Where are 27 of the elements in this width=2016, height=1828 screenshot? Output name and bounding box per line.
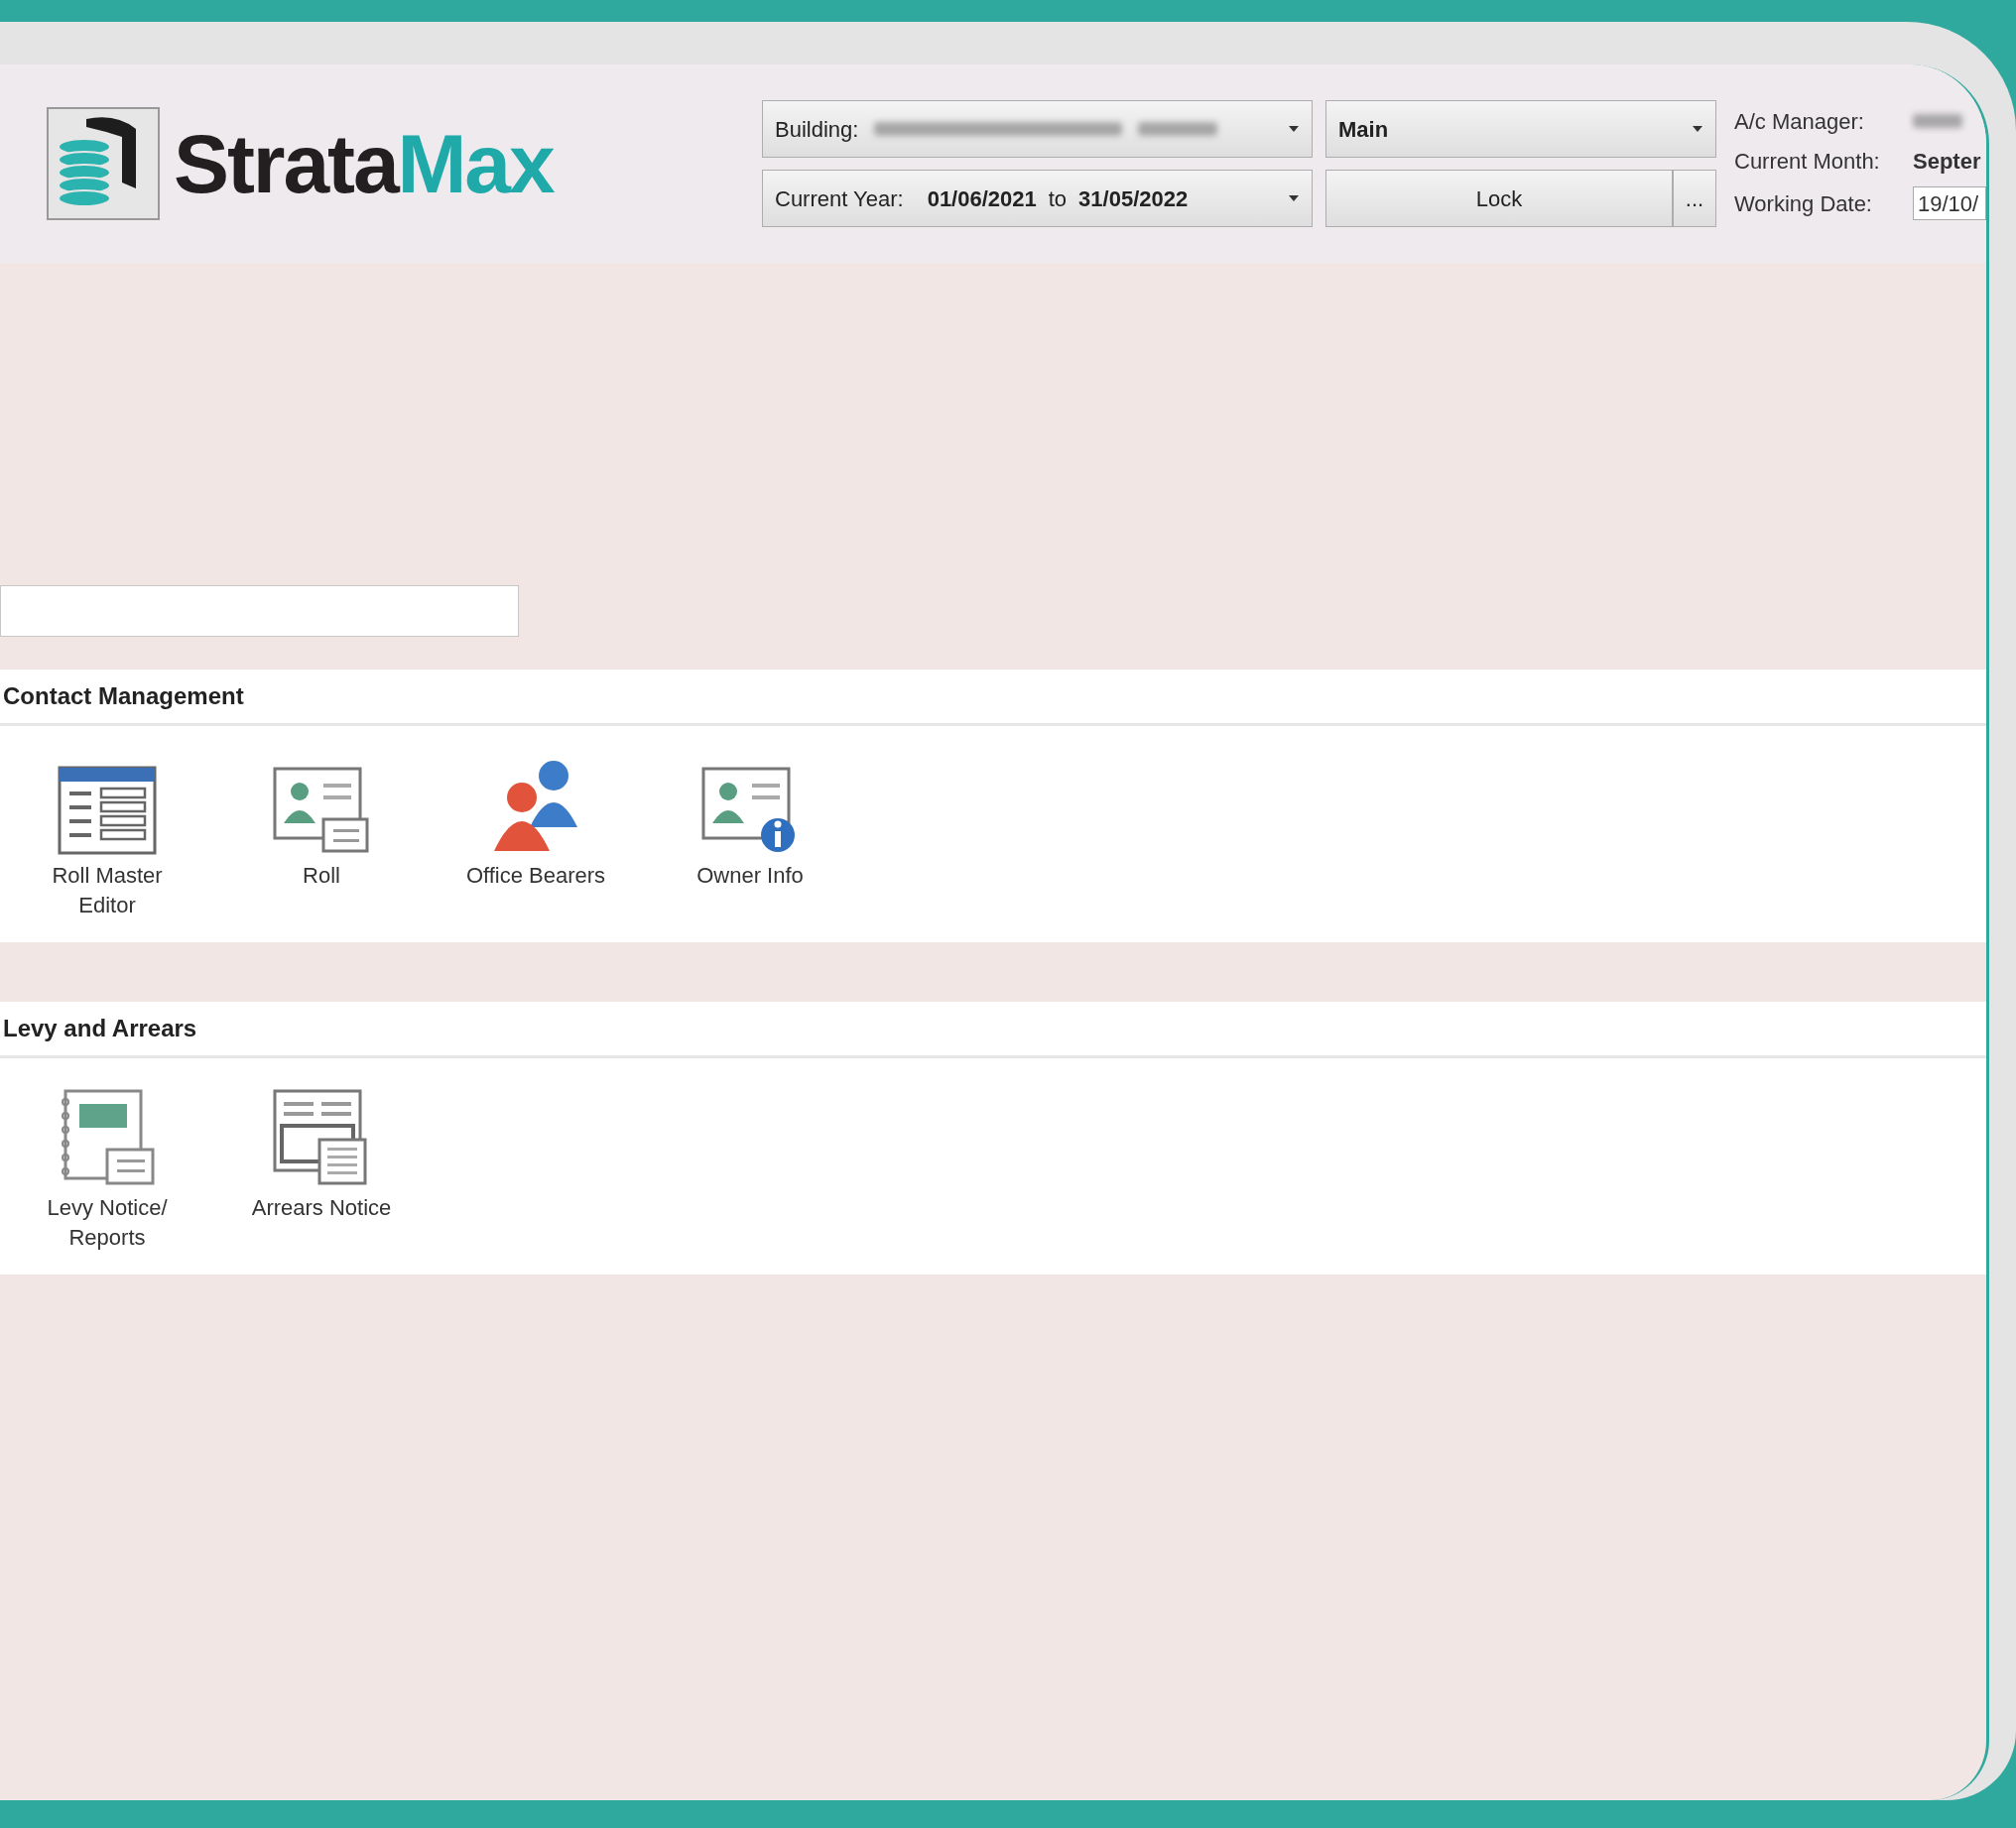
launcher-tile[interactable]: Office Bearers (429, 746, 643, 942)
caret-icon (1288, 194, 1300, 202)
section-heading: Contact Management (3, 681, 244, 711)
caret-icon (1692, 125, 1703, 133)
contact-card-icon (272, 766, 371, 855)
working-date-label: Working Date: (1734, 189, 1873, 218)
search-field[interactable] (0, 585, 519, 637)
launcher-tile[interactable]: Owner Info (643, 746, 857, 942)
year-dropdown[interactable]: Current Year: 01/06/2021 to 31/05/2022 (762, 170, 1313, 227)
logo-icon (47, 107, 160, 220)
manager-label: A/c Manager: (1734, 107, 1865, 136)
logo-wordmark: StrataMax (174, 122, 554, 205)
launcher-tile[interactable]: Levy Notice/ Reports (0, 1078, 214, 1275)
blurred-value (1913, 114, 1962, 128)
launcher-tile[interactable]: Arrears Notice (214, 1078, 429, 1275)
more-button[interactable]: ... (1673, 170, 1716, 227)
month-label: Current Month: (1734, 147, 1881, 176)
form-icon (58, 766, 157, 855)
view-dropdown[interactable]: Main (1325, 100, 1716, 158)
launcher-tile[interactable]: Roll (214, 746, 429, 942)
month-value: Septer (1913, 147, 1981, 176)
section-heading: Levy and Arrears (3, 1014, 197, 1043)
working-date-field[interactable]: 19/10/ (1913, 186, 1986, 220)
building-dropdown[interactable]: Building: (762, 100, 1313, 158)
caret-icon (1288, 125, 1300, 133)
lock-button[interactable]: Lock (1325, 170, 1673, 227)
launcher-tile[interactable]: Roll Master Editor (0, 746, 214, 942)
